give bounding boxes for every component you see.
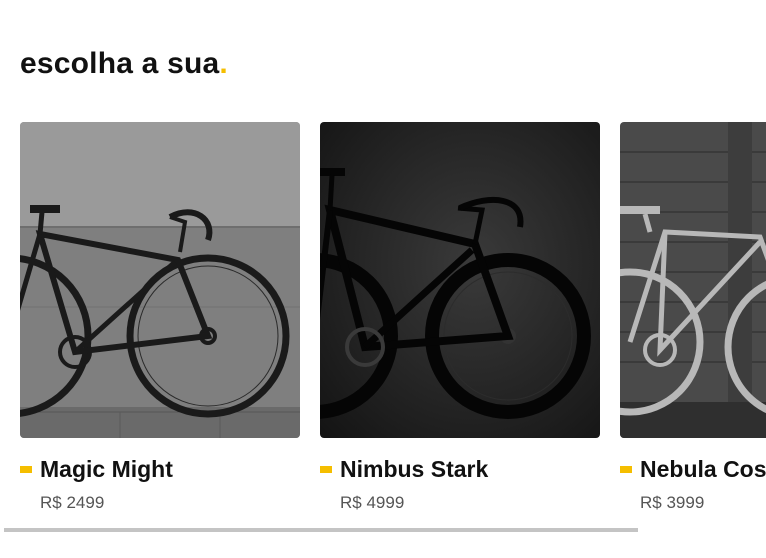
product-name[interactable]: Nebula Cosmic bbox=[640, 456, 766, 483]
bicycle-photo bbox=[20, 122, 300, 438]
product-name-row: Nebula Cosmic bbox=[620, 454, 766, 484]
bicycle-photo bbox=[620, 122, 766, 438]
product-name-row: Magic Might bbox=[20, 454, 173, 484]
product-card-nebula-cosmic[interactable]: Nebula Cosmic R$ 3999 bbox=[620, 122, 766, 512]
product-card-nimbus-stark[interactable]: Nimbus Stark R$ 4999 bbox=[320, 122, 600, 512]
product-image[interactable] bbox=[620, 122, 766, 438]
product-name-row: Nimbus Stark bbox=[320, 454, 488, 484]
product-image[interactable] bbox=[20, 122, 300, 438]
product-carousel[interactable]: Magic Might R$ 2499 Nimbus Stark R$ 4999… bbox=[20, 122, 766, 522]
product-price: R$ 4999 bbox=[340, 493, 405, 512]
section-title: escolha a sua. bbox=[20, 44, 228, 84]
product-name[interactable]: Magic Might bbox=[40, 456, 173, 483]
scrollbar-thumb[interactable] bbox=[4, 528, 638, 532]
product-name[interactable]: Nimbus Stark bbox=[340, 456, 488, 483]
bicycle-photo bbox=[320, 122, 600, 438]
product-price: R$ 3999 bbox=[640, 493, 705, 512]
title-accent-dot: . bbox=[219, 47, 228, 80]
accent-bullet bbox=[20, 465, 32, 473]
section-title-text: escolha a sua bbox=[20, 47, 220, 80]
product-image[interactable] bbox=[320, 122, 600, 438]
carousel-scrollbar[interactable] bbox=[4, 528, 766, 532]
product-price: R$ 2499 bbox=[40, 493, 105, 512]
accent-bullet bbox=[320, 465, 332, 473]
product-card-magic-might[interactable]: Magic Might R$ 2499 bbox=[20, 122, 300, 512]
accent-bullet bbox=[620, 465, 632, 473]
